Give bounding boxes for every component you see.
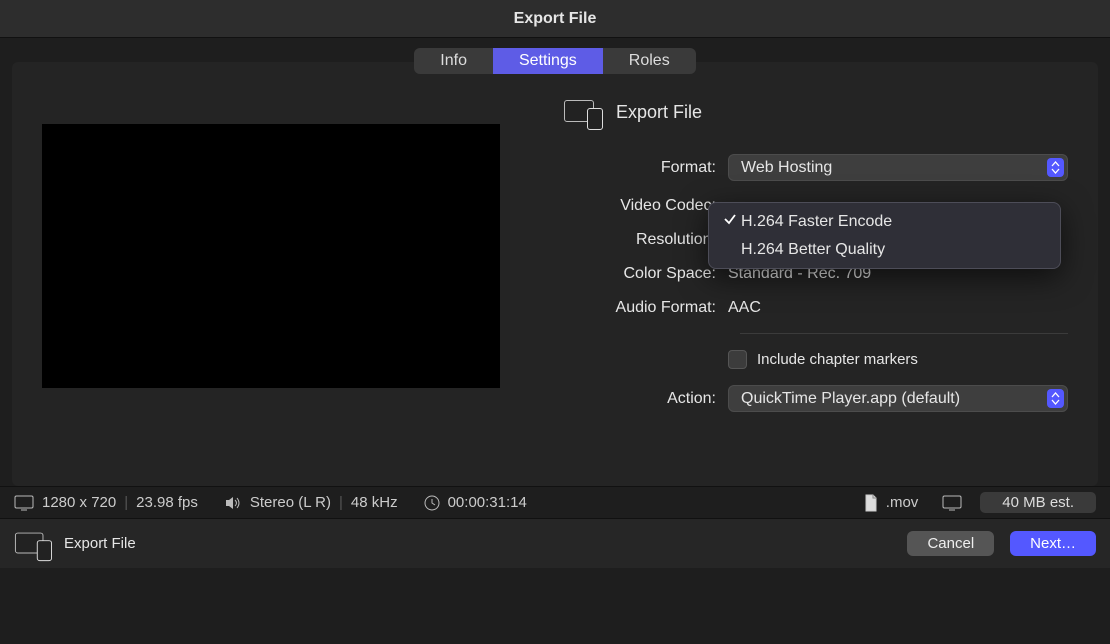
tab-settings[interactable]: Settings	[493, 48, 603, 74]
size-estimate: 40 MB est.	[980, 492, 1096, 513]
chapter-markers-checkbox[interactable]	[728, 350, 747, 369]
divider	[740, 333, 1068, 334]
codec-option-label: H.264 Better Quality	[741, 241, 885, 259]
video-preview	[42, 124, 500, 388]
video-codec-label: Video Codec:	[560, 197, 728, 215]
speaker-icon	[224, 495, 242, 511]
fps-value: 23.98 fps	[136, 494, 198, 511]
format-select[interactable]: Web Hosting	[728, 154, 1068, 181]
video-codec-menu[interactable]: H.264 Faster Encode H.264 Better Quality	[708, 202, 1061, 269]
window-title: Export File	[0, 0, 1110, 38]
tab-info[interactable]: Info	[414, 48, 493, 74]
action-label: Action:	[560, 390, 728, 408]
duration-value: 00:00:31:14	[448, 494, 527, 511]
cancel-button[interactable]: Cancel	[907, 531, 994, 556]
info-bar: 1280 x 720 | 23.98 fps Stereo (L R) | 48…	[0, 486, 1110, 518]
codec-option-better[interactable]: H.264 Better Quality	[709, 236, 1060, 264]
chapter-markers-label: Include chapter markers	[757, 351, 918, 368]
footer-bar: Export File Cancel Next…	[0, 518, 1110, 568]
devices-icon	[15, 532, 51, 555]
format-label: Format:	[560, 159, 728, 177]
checkmark-icon	[723, 212, 741, 231]
document-icon	[864, 494, 878, 512]
dropdown-stepper-icon	[1047, 389, 1064, 408]
codec-option-label: H.264 Faster Encode	[741, 213, 892, 231]
resolution-label: Resolution:	[560, 231, 728, 249]
clock-icon	[424, 495, 440, 511]
audio-format-label: Audio Format:	[560, 299, 728, 317]
dropdown-stepper-icon	[1047, 158, 1064, 177]
dimensions-value: 1280 x 720	[42, 494, 116, 511]
audio-khz: 48 kHz	[351, 494, 398, 511]
audio-format-value: AAC	[728, 299, 761, 317]
devices-icon	[564, 100, 602, 124]
action-select[interactable]: QuickTime Player.app (default)	[728, 385, 1068, 412]
panel-title: Export File	[616, 102, 702, 123]
tab-roles[interactable]: Roles	[603, 48, 696, 74]
display-icon	[14, 495, 34, 511]
codec-option-faster[interactable]: H.264 Faster Encode	[709, 207, 1060, 236]
footer-title: Export File	[64, 535, 136, 552]
file-ext: .mov	[886, 494, 919, 511]
format-value: Web Hosting	[741, 159, 832, 177]
next-button[interactable]: Next…	[1010, 531, 1096, 556]
tab-bar: Info Settings Roles	[414, 48, 695, 74]
action-value: QuickTime Player.app (default)	[741, 390, 960, 408]
panel-heading: Export File	[564, 100, 1068, 124]
audio-channels: Stereo (L R)	[250, 494, 331, 511]
monitor-small-icon	[942, 495, 962, 511]
settings-panel: Export File Format: Web Hosting Video Co…	[12, 62, 1098, 486]
color-space-label: Color Space:	[560, 265, 728, 283]
